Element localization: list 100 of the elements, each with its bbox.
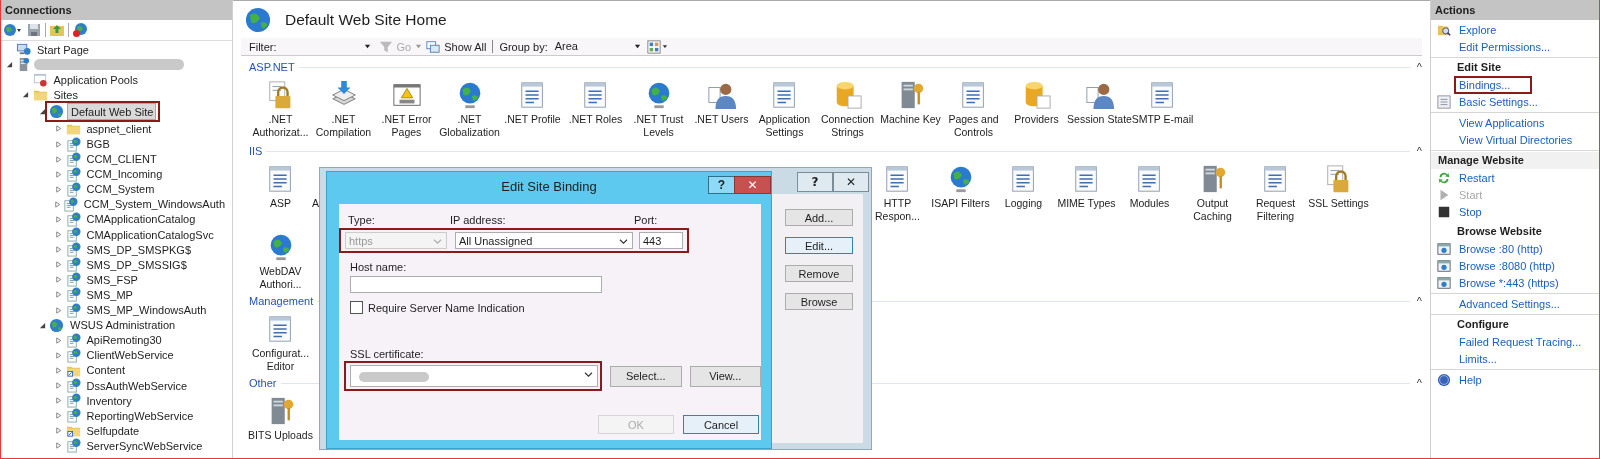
close-button[interactable]: ✕ — [734, 176, 771, 194]
collapsed-arrow-icon[interactable] — [55, 246, 62, 254]
collapsed-arrow-icon[interactable] — [55, 336, 62, 344]
tree-item[interactable]: SMS_DP_SMSSIG$ — [83, 257, 190, 272]
feature-label[interactable]: .NET Compilation — [315, 113, 372, 139]
action-link[interactable]: Bindings... — [1454, 75, 1533, 94]
collapsed-arrow-icon[interactable] — [55, 351, 62, 359]
feature-label[interactable]: Providers — [1014, 113, 1059, 126]
collapsed-arrow-icon[interactable] — [55, 291, 62, 299]
collapsed-arrow-icon[interactable] — [55, 412, 62, 420]
feature-label[interactable]: ASP — [270, 197, 291, 210]
tree-item[interactable]: CCM_CLIENT — [83, 152, 160, 167]
feature-label[interactable]: ISAPI Filters — [931, 197, 990, 210]
tree-item[interactable]: aspnet_client — [83, 121, 155, 136]
collapsed-arrow-icon[interactable] — [55, 155, 62, 163]
feature-label[interactable]: Logging — [1004, 197, 1043, 210]
feature-label[interactable]: SMTP E-mail — [1131, 113, 1194, 126]
expanded-arrow-icon[interactable] — [22, 91, 29, 99]
ip-address-dropdown[interactable]: All Unassigned — [455, 232, 633, 249]
collapsed-arrow-icon[interactable] — [55, 366, 62, 374]
tree-item[interactable]: Application Pools — [50, 72, 141, 87]
action-link[interactable]: Help — [1454, 370, 1487, 389]
collapsed-arrow-icon[interactable] — [55, 382, 62, 389]
ssl-certificate-dropdown[interactable] — [350, 365, 598, 387]
help-button[interactable]: ? — [708, 176, 735, 194]
feature-label[interactable]: Pages and Controls — [948, 113, 999, 139]
feature-label[interactable]: .NET Error Pages — [381, 113, 432, 139]
feature-label[interactable]: .NET Roles — [568, 113, 623, 126]
tree-item[interactable]: Default Web Site — [67, 103, 157, 121]
dialog-button[interactable]: Remove — [785, 265, 853, 282]
show-all-button[interactable]: Show All — [444, 40, 487, 53]
tree-item[interactable]: CCM_Incoming — [83, 167, 166, 182]
collapse-toggle[interactable]: ^ — [1410, 295, 1422, 307]
action-link[interactable]: Browse :80 (http) — [1454, 239, 1548, 258]
action-link[interactable]: Edit Permissions... — [1454, 37, 1556, 56]
tree-item[interactable]: CMApplicationCatalog — [83, 212, 199, 227]
collapsed-arrow-icon[interactable] — [55, 231, 62, 239]
folder-up-icon[interactable] — [49, 22, 65, 38]
collapsed-arrow-icon[interactable] — [55, 140, 62, 148]
feature-label[interactable]: Output Caching — [1193, 197, 1232, 223]
feature-label[interactable]: Machine Key — [880, 113, 941, 126]
action-link[interactable]: Explore — [1454, 20, 1502, 39]
feature-label[interactable]: .NET Profile — [504, 113, 561, 126]
caret-icon[interactable] — [415, 43, 423, 51]
tree-item[interactable]: SMS_MP_WindowsAuth — [83, 303, 210, 318]
save-icon[interactable] — [26, 22, 42, 38]
feature-label[interactable]: Connection Strings — [820, 113, 875, 139]
action-link[interactable]: Browse *:443 (https) — [1454, 273, 1564, 292]
checkbox[interactable] — [350, 301, 363, 314]
action-link[interactable]: View Virtual Directories — [1454, 130, 1578, 149]
feature-label[interactable]: MIME Types — [1057, 197, 1116, 210]
expanded-arrow-icon[interactable] — [5, 61, 13, 69]
feature-label[interactable]: .NET Trust Levels — [633, 113, 684, 139]
collapsed-arrow-icon[interactable] — [55, 442, 62, 450]
feature-label[interactable]: Request Filtering — [1255, 197, 1296, 223]
tree-item[interactable]: Content — [83, 363, 129, 378]
collapsed-arrow-icon[interactable] — [55, 306, 62, 314]
view-mode-icon[interactable] — [646, 39, 668, 54]
tree-item[interactable]: CCM_System_WindowsAuth — [80, 197, 228, 212]
action-link[interactable]: Failed Request Tracing... — [1454, 332, 1587, 351]
tree-item[interactable]: Start Page — [34, 42, 92, 57]
tree-item[interactable]: ServerSyncWebService — [83, 438, 206, 453]
collapsed-arrow-icon[interactable] — [55, 261, 62, 269]
feature-label[interactable]: WebDAV Authori... — [259, 265, 302, 291]
tree-item[interactable]: DssAuthWebService — [83, 378, 191, 393]
action-link[interactable]: View Applications — [1454, 113, 1550, 132]
collapsed-arrow-icon[interactable] — [55, 125, 62, 133]
view-button[interactable]: View... — [689, 365, 761, 387]
expanded-arrow-icon[interactable] — [38, 108, 46, 116]
feature-label[interactable]: .NET Users — [694, 113, 749, 126]
feature-label[interactable]: BITS Uploads — [248, 429, 313, 442]
collapsed-arrow-icon[interactable] — [55, 216, 62, 223]
tree-item[interactable]: SMS_FSP — [83, 272, 141, 287]
action-link[interactable]: Stop — [1454, 202, 1487, 221]
tree-item[interactable]: ClientWebService — [83, 348, 177, 363]
tree-item[interactable]: CCM_System — [83, 182, 158, 197]
collapse-toggle[interactable]: ^ — [1410, 377, 1422, 389]
cancel-button[interactable]: Cancel — [683, 415, 759, 434]
collapsed-arrow-icon[interactable] — [55, 170, 62, 178]
feature-label[interactable]: SSL Settings — [1308, 197, 1369, 210]
feature-label[interactable]: Configurat... Editor — [251, 347, 310, 373]
tree-item[interactable]: Sites — [50, 87, 81, 102]
collapse-toggle[interactable]: ^ — [1410, 61, 1422, 73]
action-link[interactable]: Limits... — [1454, 349, 1502, 368]
expanded-arrow-icon[interactable] — [38, 321, 46, 329]
help-button[interactable]: ? — [797, 172, 833, 192]
host-name-field[interactable] — [350, 276, 602, 293]
tree-item[interactable]: Inventory — [83, 393, 135, 408]
collapse-toggle[interactable]: ^ — [1410, 145, 1422, 157]
globe-disconnect-icon[interactable] — [72, 22, 88, 38]
feature-label[interactable]: .NET Globalization — [439, 113, 500, 139]
tree-item[interactable]: SMS_DP_SMSPKG$ — [83, 242, 195, 257]
feature-label[interactable]: .NET Authorizat... — [252, 113, 309, 139]
action-link[interactable]: Advanced Settings... — [1454, 294, 1565, 313]
group-by-dropdown[interactable]: Area — [551, 39, 643, 55]
collapsed-arrow-icon[interactable] — [55, 276, 62, 284]
collapsed-arrow-icon[interactable] — [55, 397, 62, 405]
tree-item[interactable]: Selfupdate — [83, 423, 143, 438]
action-link[interactable]: Restart — [1454, 168, 1500, 187]
tree-item[interactable]: WSUS Administration — [67, 318, 179, 333]
